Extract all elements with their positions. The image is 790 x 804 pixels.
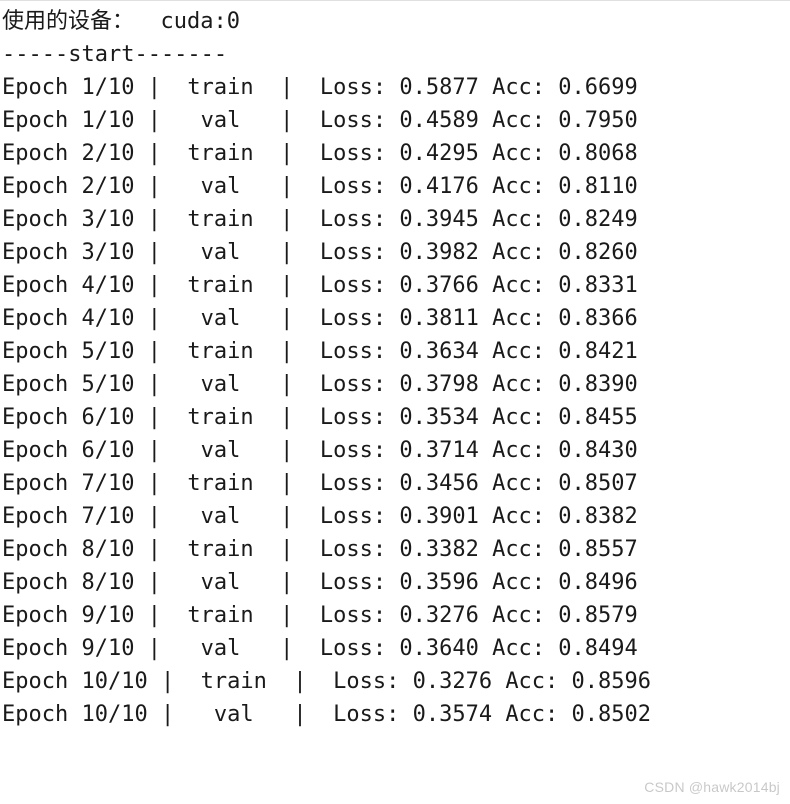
device-label: 使用的设备： <box>2 9 134 34</box>
device-line: 使用的设备： cuda:0 <box>2 9 240 34</box>
watermark: CSDN @hawk2014bj <box>644 777 780 798</box>
console-output: 使用的设备： cuda:0 -----start------- Epoch 1/… <box>0 1 790 731</box>
training-log-lines: Epoch 1/10 | train | Loss: 0.5877 Acc: 0… <box>2 75 651 727</box>
device-value: cuda:0 <box>161 9 240 34</box>
start-divider: -----start------- <box>2 42 227 67</box>
